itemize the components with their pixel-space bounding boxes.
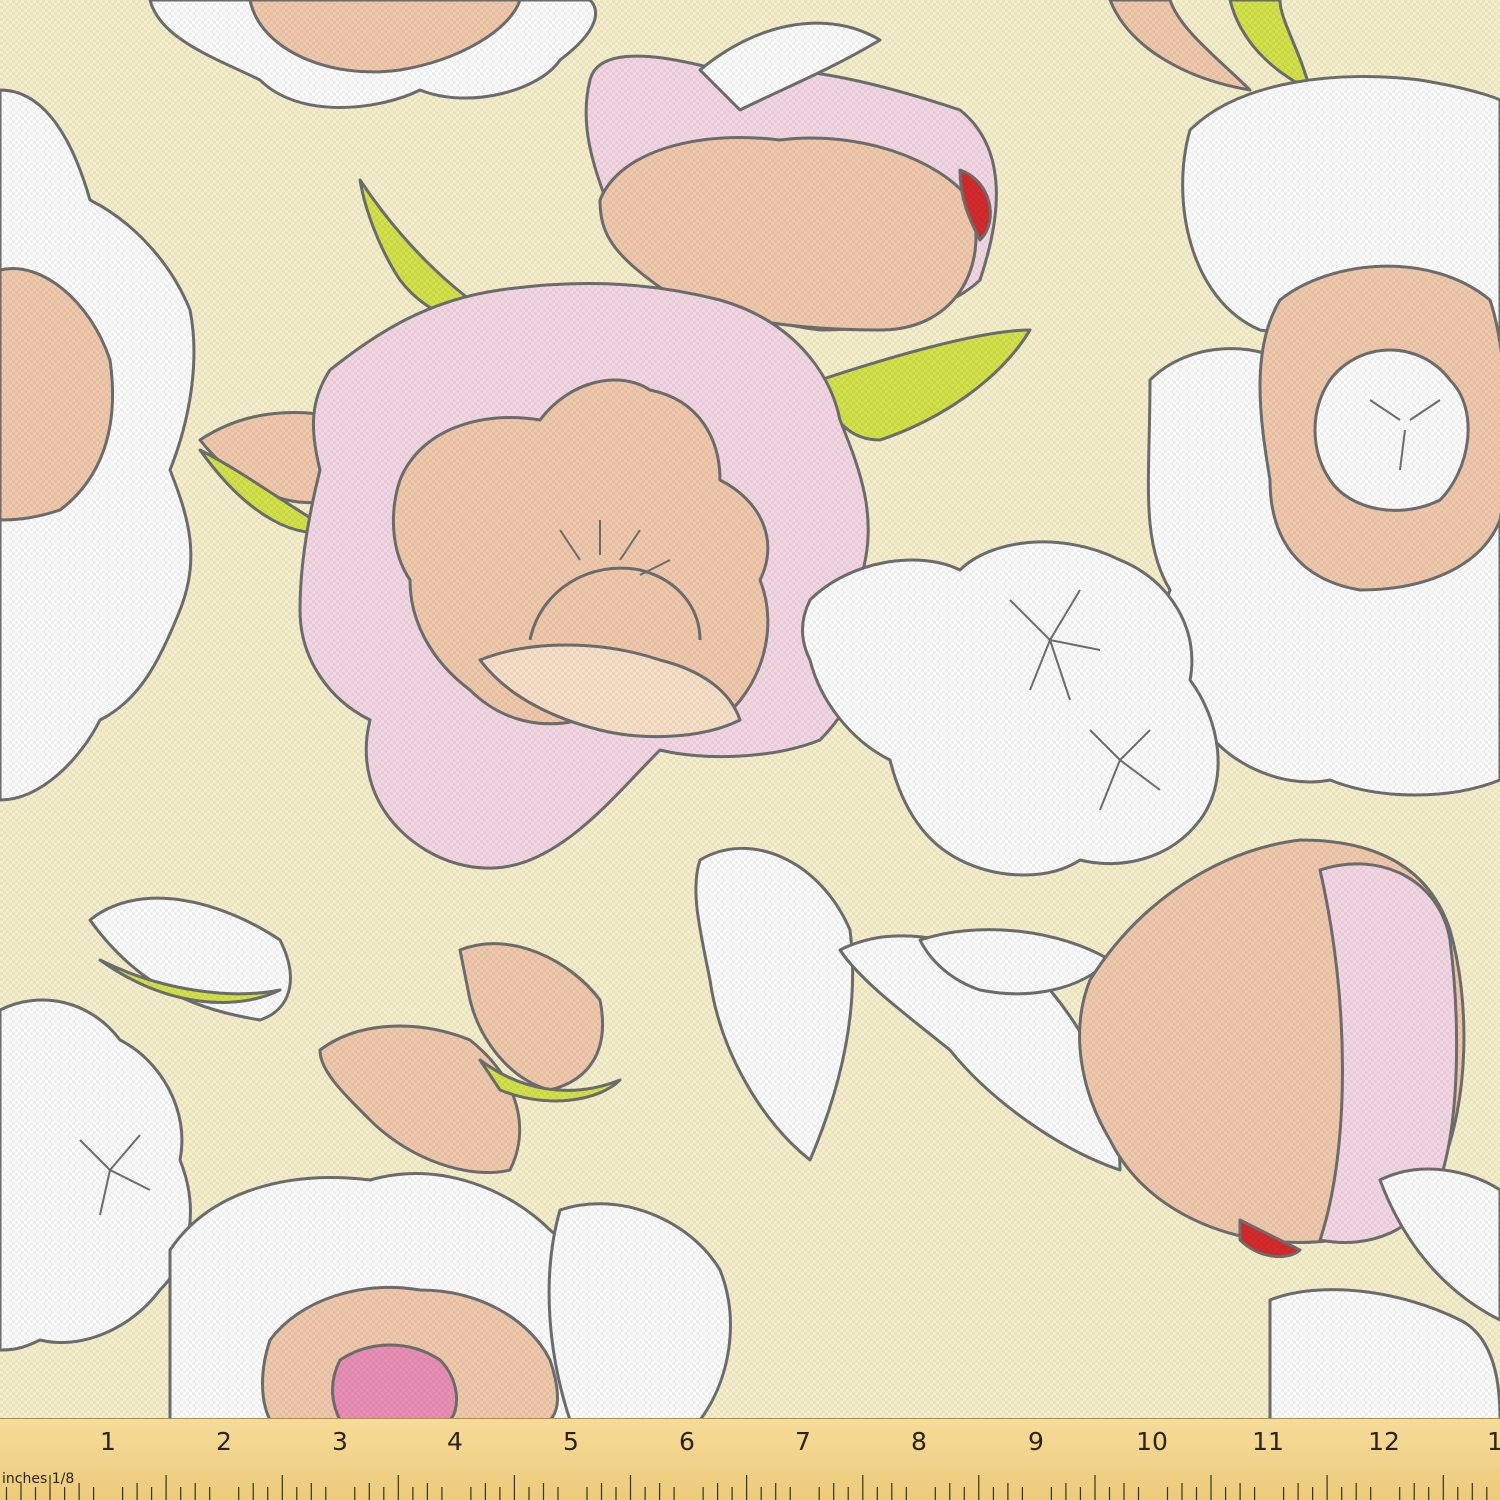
ruler-number: 12 bbox=[1368, 1427, 1400, 1456]
ruler-number: 8 bbox=[911, 1427, 927, 1456]
ruler-number: 10 bbox=[1136, 1427, 1168, 1456]
floral-pattern bbox=[0, 0, 1500, 1500]
ruler-number: 6 bbox=[679, 1427, 695, 1456]
ruler-unit-label: inches 1/8 bbox=[2, 1471, 75, 1487]
ruler-number: 3 bbox=[332, 1427, 348, 1456]
ruler-number: 2 bbox=[216, 1427, 232, 1456]
ruler-number: 4 bbox=[447, 1427, 463, 1456]
ruler-number: 11 bbox=[1252, 1427, 1284, 1456]
ruler-number: 1 bbox=[1487, 1427, 1500, 1456]
ruler-number: 7 bbox=[795, 1427, 811, 1456]
ruler-number: 9 bbox=[1028, 1427, 1044, 1456]
fabric-swatch: 1 2 3 4 5 6 7 8 9 10 11 12 1 inches 1/8 bbox=[0, 0, 1500, 1500]
ruler-number: 1 bbox=[100, 1427, 116, 1456]
ruler-number: 5 bbox=[563, 1427, 579, 1456]
measuring-ruler: 1 2 3 4 5 6 7 8 9 10 11 12 1 inches 1/8 bbox=[0, 1418, 1500, 1500]
